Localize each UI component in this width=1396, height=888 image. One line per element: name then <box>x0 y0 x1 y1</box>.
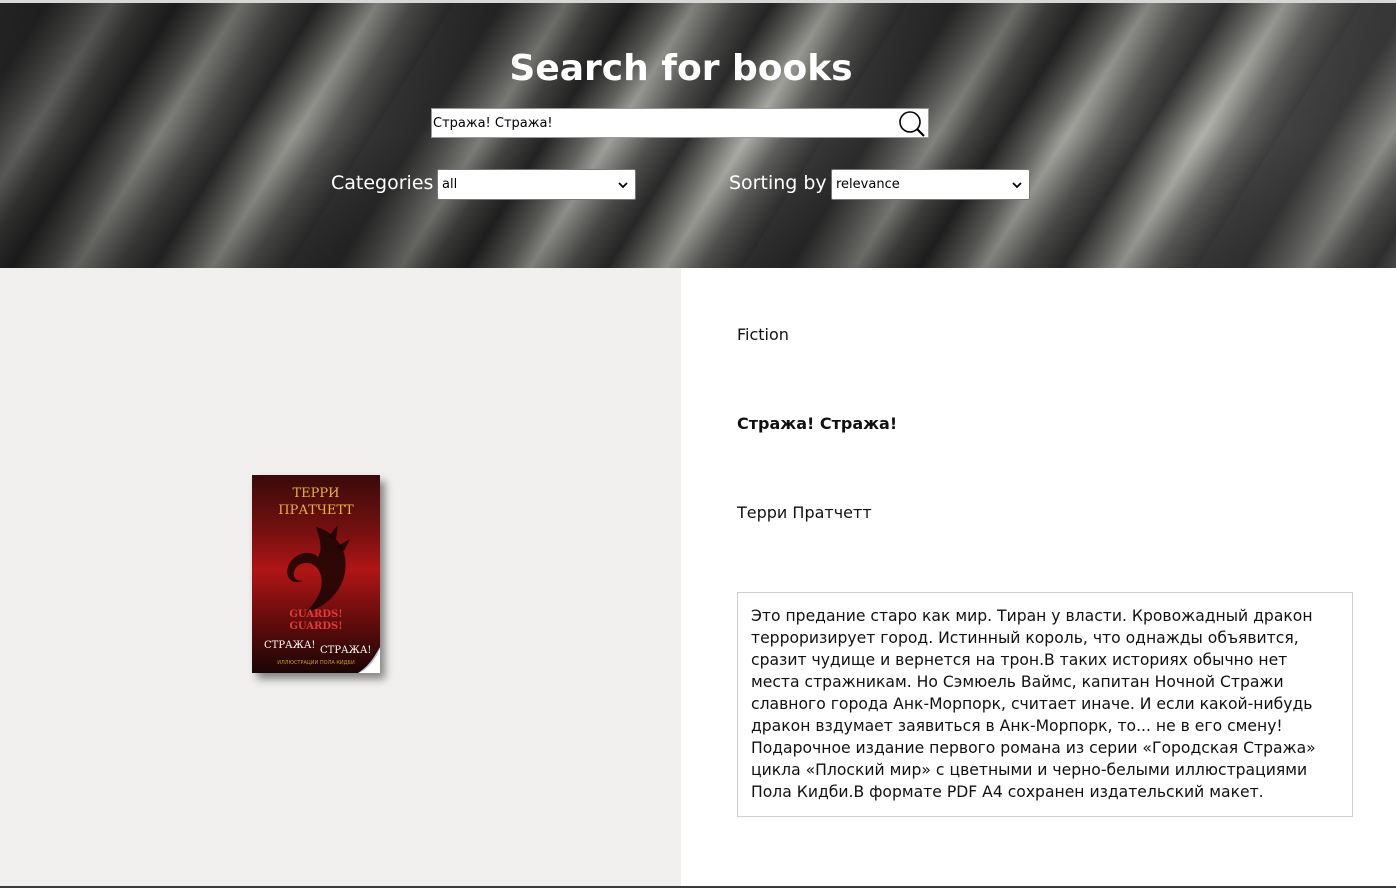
chevron-down-icon <box>1012 182 1022 189</box>
book-category: Fiction <box>737 325 789 344</box>
cover-author: ТЕРРИ ПРАТЧЕТТ <box>278 486 354 518</box>
sorting-select[interactable]: relevance <box>831 169 1030 200</box>
categories-select[interactable]: all <box>437 169 636 200</box>
book-cover-image[interactable]: ТЕРРИ ПРАТЧЕТТ GUARDS! GUARDS! СТРАЖА! С… <box>252 475 380 673</box>
categories-label: Categories <box>331 172 434 194</box>
search-input[interactable] <box>432 109 898 137</box>
sorting-label: Sorting by <box>729 172 827 194</box>
page-title: Search for books <box>509 48 853 89</box>
book-title: Стража! Стража! <box>737 414 898 433</box>
search-button[interactable] <box>896 109 928 137</box>
dragon-illustration <box>287 525 350 612</box>
book-author: Терри Пратчетт <box>737 503 872 522</box>
sorting-selected-value: relevance <box>836 177 900 192</box>
search-box <box>431 108 929 138</box>
categories-selected-value: all <box>442 177 458 192</box>
cover-title-en: GUARDS! GUARDS! <box>289 609 343 632</box>
search-icon <box>899 111 925 137</box>
chevron-down-icon <box>618 182 628 189</box>
page-curl-icon <box>358 647 380 673</box>
cover-title-ru-1: СТРАЖА! <box>264 640 316 651</box>
book-description: Это предание старо как мир. Тиран у влас… <box>737 592 1353 817</box>
